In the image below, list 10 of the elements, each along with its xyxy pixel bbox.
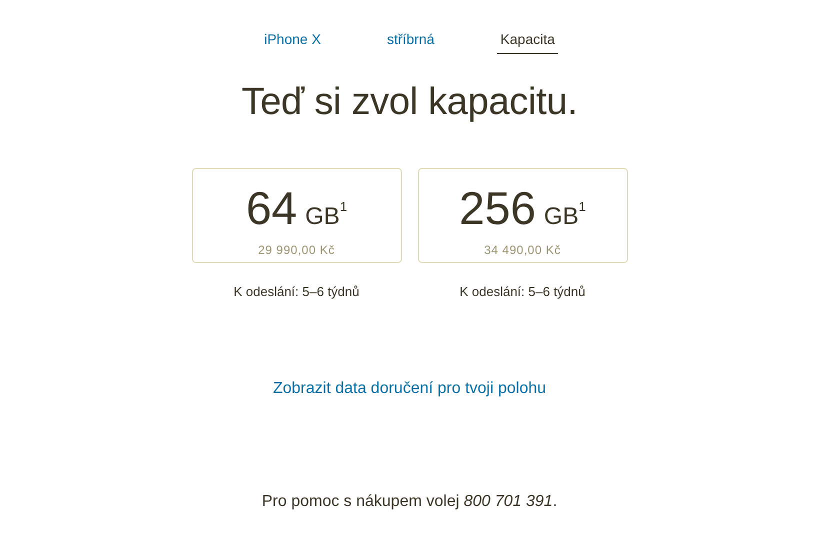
capacity-option[interactable]: 64 GB$^{1}$ 29 990,00 Kč	[192, 168, 402, 263]
help-text: Pro pomoc s nákupem volej 800 701 391.	[260, 492, 558, 512]
page-heading: Teď si zvol kapacitu.	[240, 80, 578, 125]
step-tab[interactable]: Kapacita	[497, 29, 558, 54]
step-tab[interactable]: stříbrná	[384, 29, 438, 54]
delivery-dates-link[interactable]: Zobrazit data doručení pro tvoji polohu	[272, 377, 546, 402]
shipping-time: K odeslání: 5–6 týdnů	[232, 282, 360, 301]
capacity-option[interactable]: 256 GB$^{1}$ 34 490,00 Kč	[418, 168, 628, 263]
shipping-time: K odeslání: 5–6 týdnů	[458, 282, 586, 301]
step-tab[interactable]: iPhone X	[261, 29, 324, 54]
